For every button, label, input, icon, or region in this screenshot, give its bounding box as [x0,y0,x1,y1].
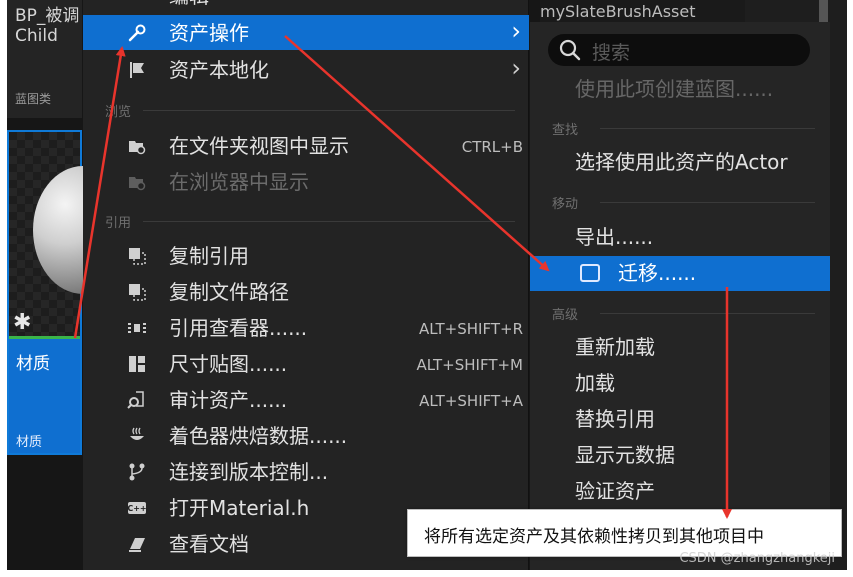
menu-item-show-in-folder-view[interactable]: 在文件夹视图中显示 CTRL+B [83,128,529,163]
submenu-item-select-actors[interactable]: 选择使用此资产的Actor [530,145,830,180]
asset-thumbnail: ✱ [9,132,133,338]
section-header-move: 移动 [552,197,579,212]
submenu-item-reload[interactable]: 重新加载 [530,330,830,365]
submenu-item-load[interactable]: 加载 [530,366,830,401]
tooltip-text: 将所有选定资产及其依赖性拷贝到其他项目中 [424,527,764,547]
menu-item-label: 在文件夹视图中显示 [169,134,349,158]
section-header-advanced: 高级 [552,308,579,323]
search-icon [558,38,582,62]
menu-item-label: 尺寸贴图...... [169,352,288,376]
menu-item-audit-assets[interactable]: 审计资产...... ALT+SHIFT+A [83,382,529,417]
menu-item-shortcut: ALT+SHIFT+M [416,356,523,374]
menu-item-show-in-explorer[interactable]: 在浏览器中显示 [83,164,529,199]
asset-name: BP_被调 Child [15,6,80,46]
section-header-browse: 浏览 [105,105,132,120]
menu-item-copy-reference[interactable]: 复制引用 [83,238,529,273]
menu-item-label: 着色器烘焙数据...... [169,424,348,448]
menu-item-label: 审计资产...... [169,388,288,412]
menu-item-label: 资产操作 [169,21,249,45]
menu-item-reference-viewer[interactable]: 引用查看器...... ALT+SHIFT+R [83,310,529,345]
menu-item-connect-source-control[interactable]: 连接到版本控制... [83,454,529,489]
copy-path-icon [127,282,147,302]
menu-item-label: 打开Material.h [169,496,310,520]
asset-type: 材质 [16,435,43,450]
source-control-icon [127,462,147,482]
menu-item-asset-actions[interactable]: 资产操作 › [83,15,529,50]
menu-item-edit[interactable]: 编辑 [83,0,529,13]
menu-item-shortcut: ALT+SHIFT+R [418,320,523,338]
menu-item-label: 连接到版本控制... [169,460,329,484]
watermark: CSDN @zhangzhangkeji [679,551,835,566]
menu-item-shader-cook-data[interactable]: 着色器烘焙数据...... [83,418,529,453]
cpp-header-icon: C++ [127,498,147,518]
submenu-item-show-metadata[interactable]: 显示元数据 [530,438,830,473]
migrate-icon [580,264,600,282]
asset-context-menu: 编辑 资产操作 › 资产本地化 › 浏览 在文件夹视图中显示 CTRL+B [83,0,529,570]
menu-item-label: 引用查看器...... [169,316,308,340]
asset-tile-blueprint[interactable]: BP_被调 Child 蓝图类 [7,0,82,118]
submenu-item-validate-assets[interactable]: 验证资产 [530,474,830,509]
reference-viewer-icon [127,318,147,338]
folder-search-icon [127,136,147,156]
svg-text:C++: C++ [127,504,146,513]
menu-item-shortcut: ALT+SHIFT+A [419,392,523,410]
shader-cook-icon [127,426,147,446]
section-divider [600,128,815,129]
menu-item-asset-localization[interactable]: 资产本地化 › [83,52,529,87]
menu-item-label: 复制引用 [169,244,249,268]
menu-item-label: 复制文件路径 [169,280,289,304]
editor-viewport: BP_被调 Child 蓝图类 ✱ 材质 材质 mySlateBrushAsse… [7,0,847,570]
folder-search-icon [127,172,147,192]
asset-tile-material[interactable]: ✱ 材质 材质 [7,130,133,455]
submenu-item-migrate[interactable]: 迁移...... [530,256,830,291]
asset-name: 材质 [16,354,50,374]
search-placeholder: 搜索 [592,42,631,64]
wrench-icon [127,23,147,43]
audit-icon [127,390,147,410]
menu-item-shortcut: CTRL+B [461,138,523,156]
section-divider [600,313,815,314]
menu-item-copy-file-path[interactable]: 复制文件路径 [83,274,529,309]
copy-reference-icon [127,246,147,266]
submenu-item-replace-references[interactable]: 替换引用 [530,402,830,437]
menu-item-label: 在浏览器中显示 [169,170,309,194]
migrate-tooltip: 将所有选定资产及其依赖性拷贝到其他项目中 [407,509,842,557]
chevron-right-icon: › [511,17,521,45]
submenu-item-create-blueprint[interactable]: 使用此项创建蓝图...... [530,72,830,107]
asset-actions-submenu: 搜索 使用此项创建蓝图...... 查找 选择使用此资产的Actor 移动 导出… [530,22,830,570]
section-divider [600,202,815,203]
flag-icon [127,60,147,80]
section-divider [143,110,515,111]
chevron-right-icon: › [511,54,521,82]
size-map-icon [127,354,147,374]
asset-type: 蓝图类 [15,92,52,106]
menu-item-label: 资产本地化 [169,58,269,82]
menu-item-label: 查看文档 [169,532,249,556]
asset-tile-slate-brush[interactable]: mySlateBrushAsset [540,0,745,22]
section-divider [143,221,515,222]
search-box[interactable]: 搜索 [548,34,810,66]
asset-name: mySlateBrushAsset [540,2,696,21]
menu-item-size-map[interactable]: 尺寸贴图...... ALT+SHIFT+M [83,346,529,381]
submenu-item-export[interactable]: 导出...... [530,220,830,255]
asset-label-panel: 材质 材质 [9,339,80,453]
dirty-star-icon: ✱ [13,310,32,335]
section-header-find: 查找 [552,123,579,138]
documentation-icon [127,534,147,554]
section-header-references: 引用 [105,216,132,231]
